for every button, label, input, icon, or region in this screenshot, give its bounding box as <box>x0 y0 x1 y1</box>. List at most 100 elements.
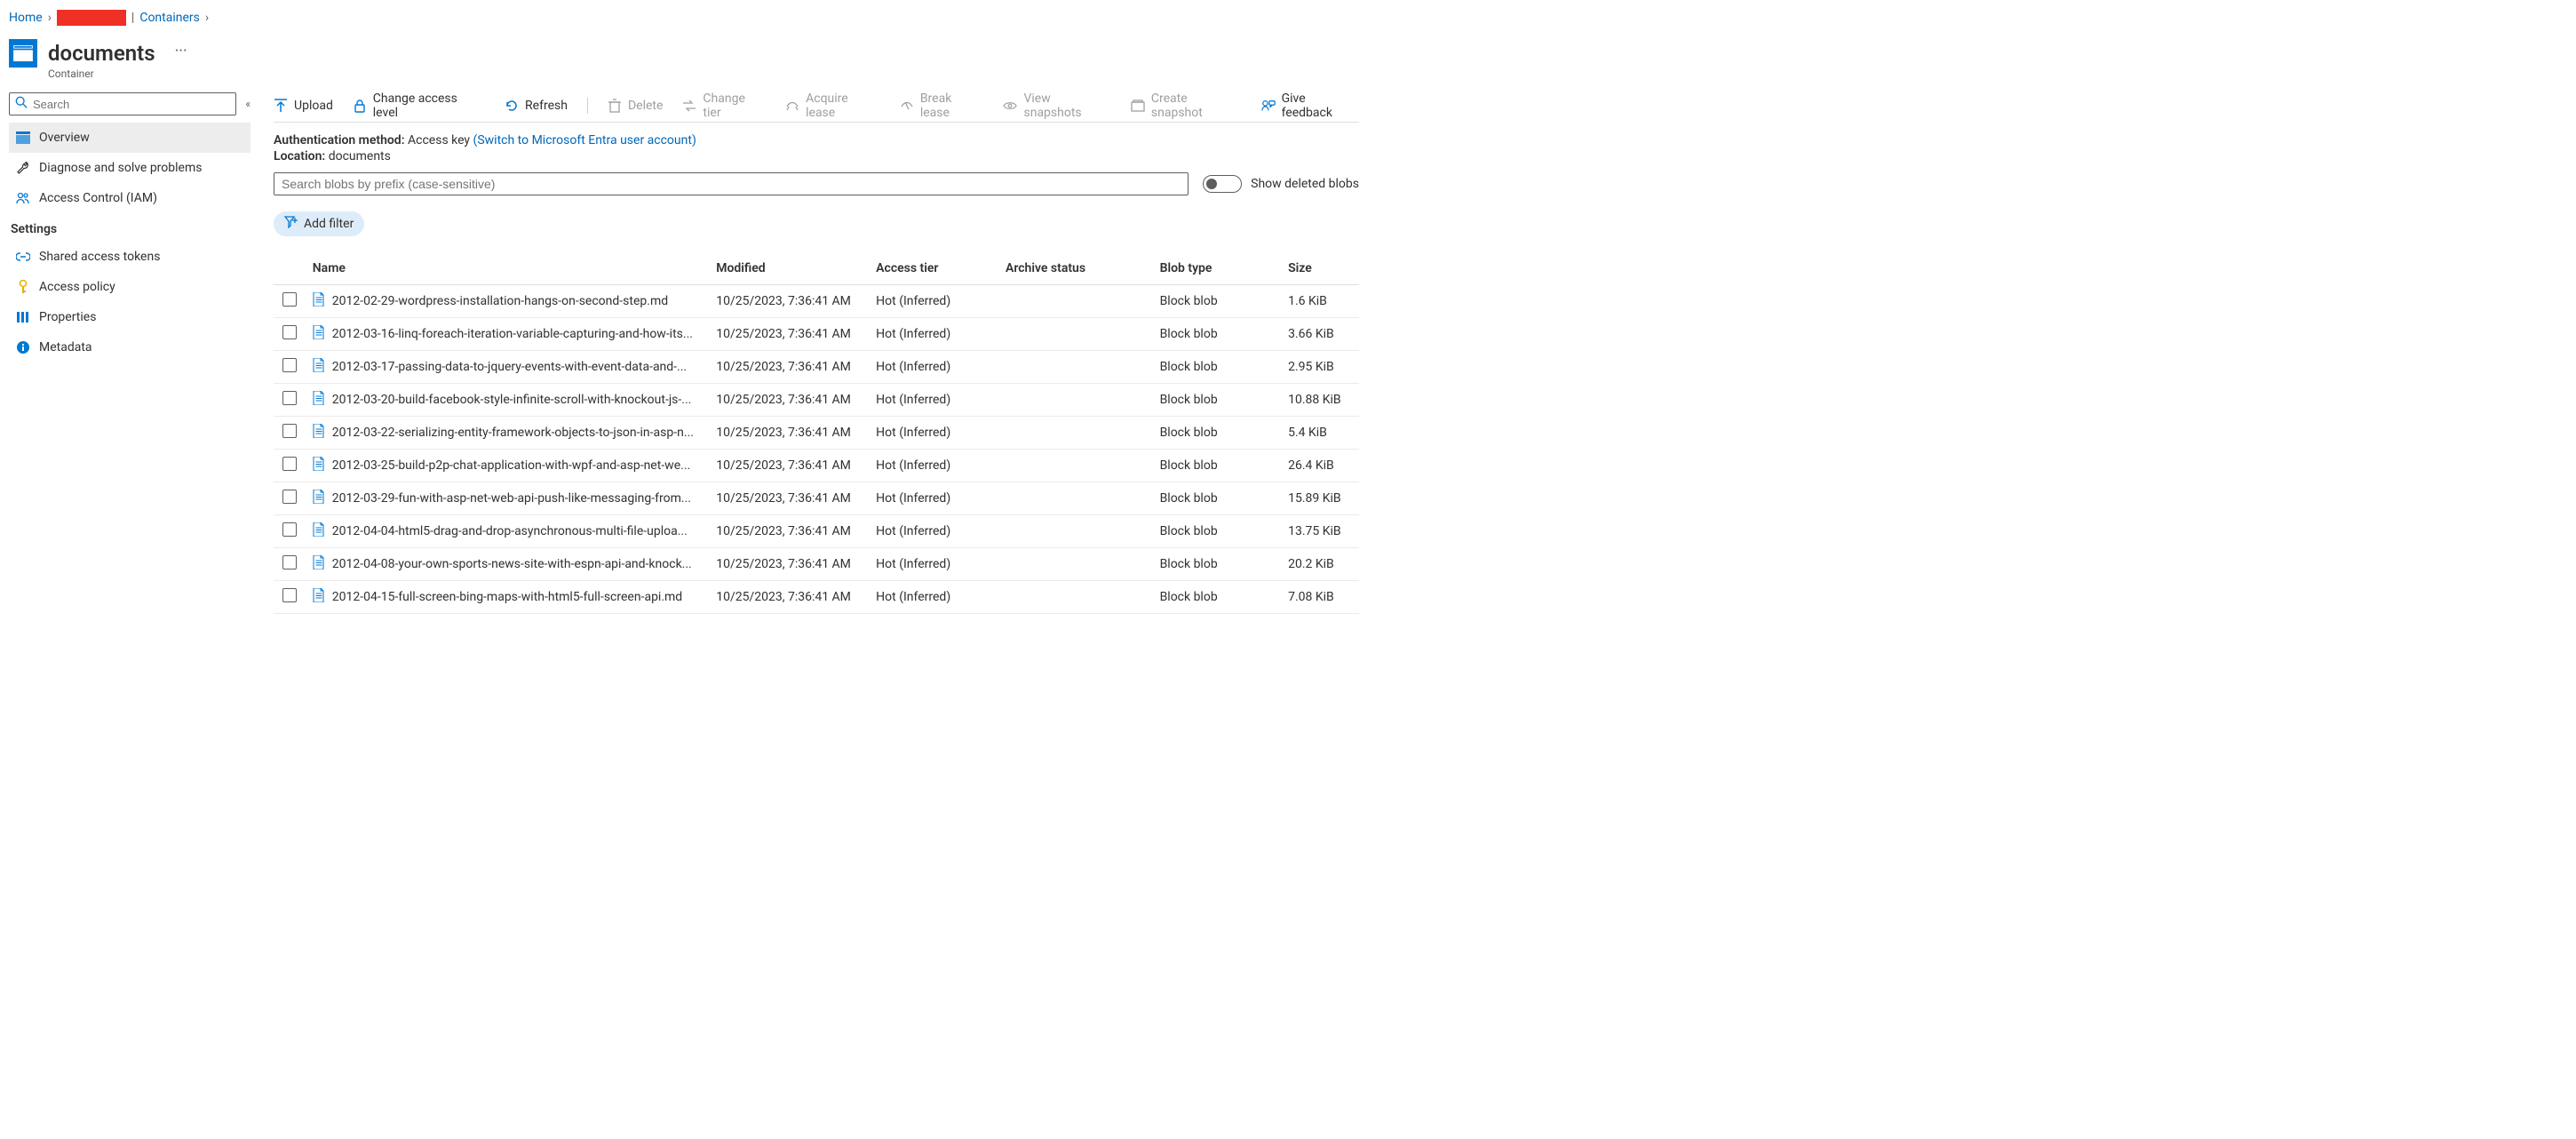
col-header-modified[interactable]: Modified <box>709 252 869 285</box>
sidebar-search-input[interactable] <box>33 98 230 111</box>
file-icon <box>313 588 325 606</box>
more-actions-button[interactable]: ··· <box>175 42 187 60</box>
blob-name[interactable]: 2012-04-08-your-own-sports-news-site-wit… <box>332 557 692 571</box>
row-checkbox[interactable] <box>282 391 297 405</box>
row-checkbox[interactable] <box>282 555 297 570</box>
change-tier-button: Change tier <box>682 92 766 120</box>
upload-button[interactable]: Upload <box>274 99 333 113</box>
change-access-button[interactable]: Change access level <box>353 92 485 120</box>
blob-size: 15.89 KiB <box>1281 482 1359 515</box>
file-icon <box>313 391 325 409</box>
file-icon <box>313 457 325 474</box>
table-row[interactable]: 2012-02-29-wordpress-installation-hangs-… <box>274 285 1359 318</box>
toolbar-label: View snapshots <box>1023 92 1110 120</box>
blob-name[interactable]: 2012-03-22-serializing-entity-framework-… <box>332 426 694 440</box>
sidebar-item-label: Metadata <box>39 340 92 354</box>
blob-archive <box>998 515 1153 548</box>
create-snapshot-button: Create snapshot <box>1131 92 1242 120</box>
blob-modified: 10/25/2023, 7:36:41 AM <box>709 581 869 614</box>
refresh-icon <box>505 99 519 113</box>
blob-size: 2.95 KiB <box>1281 351 1359 384</box>
sidebar-item-overview[interactable]: Overview <box>9 123 250 153</box>
sidebar-item-metadata[interactable]: Metadata <box>9 332 250 362</box>
blob-tier: Hot (Inferred) <box>869 285 998 318</box>
col-header-tier[interactable]: Access tier <box>869 252 998 285</box>
blob-prefix-search[interactable] <box>274 172 1189 195</box>
row-checkbox[interactable] <box>282 292 297 307</box>
main-content: Upload Change access level Refresh <box>250 92 1359 614</box>
overview-icon <box>16 131 30 144</box>
show-deleted-toggle[interactable] <box>1203 175 1242 193</box>
toolbar-label: Acquire lease <box>806 92 880 120</box>
sidebar-item-label: Access policy <box>39 280 115 294</box>
blob-archive <box>998 417 1153 450</box>
blob-archive <box>998 318 1153 351</box>
blob-name[interactable]: 2012-03-25-build-p2p-chat-application-wi… <box>332 458 690 473</box>
table-row[interactable]: 2012-03-25-build-p2p-chat-application-wi… <box>274 450 1359 482</box>
col-header-archive[interactable]: Archive status <box>998 252 1153 285</box>
sidebar-search[interactable] <box>9 92 236 115</box>
blob-type: Block blob <box>1153 548 1282 581</box>
row-checkbox[interactable] <box>282 490 297 504</box>
table-row[interactable]: 2012-03-22-serializing-entity-framework-… <box>274 417 1359 450</box>
row-checkbox[interactable] <box>282 424 297 438</box>
sidebar-item-diagnose[interactable]: Diagnose and solve problems <box>9 153 250 183</box>
blob-name[interactable]: 2012-04-04-html5-drag-and-drop-asynchron… <box>332 524 688 538</box>
table-row[interactable]: 2012-03-29-fun-with-asp-net-web-api-push… <box>274 482 1359 515</box>
give-feedback-button[interactable]: Give feedback <box>1261 92 1359 120</box>
blob-name[interactable]: 2012-04-15-full-screen-bing-maps-with-ht… <box>332 590 682 604</box>
blob-modified: 10/25/2023, 7:36:41 AM <box>709 450 869 482</box>
col-header-size[interactable]: Size <box>1281 252 1359 285</box>
snapshot-icon <box>1131 99 1145 113</box>
row-checkbox[interactable] <box>282 325 297 339</box>
blob-modified: 10/25/2023, 7:36:41 AM <box>709 417 869 450</box>
blob-modified: 10/25/2023, 7:36:41 AM <box>709 482 869 515</box>
row-checkbox[interactable] <box>282 522 297 537</box>
blob-type: Block blob <box>1153 482 1282 515</box>
row-checkbox[interactable] <box>282 588 297 602</box>
chevron-right-icon: › <box>48 11 52 25</box>
col-header-type[interactable]: Blob type <box>1153 252 1282 285</box>
blob-archive <box>998 285 1153 318</box>
col-header-name[interactable]: Name <box>306 252 709 285</box>
switch-auth-link[interactable]: (Switch to Microsoft Entra user account) <box>473 133 696 147</box>
table-row[interactable]: 2012-03-17-passing-data-to-jquery-events… <box>274 351 1359 384</box>
file-icon <box>313 292 325 310</box>
sidebar-item-label: Diagnose and solve problems <box>39 161 202 175</box>
breadcrumb-home[interactable]: Home <box>9 11 43 25</box>
table-row[interactable]: 2012-04-15-full-screen-bing-maps-with-ht… <box>274 581 1359 614</box>
blob-modified: 10/25/2023, 7:36:41 AM <box>709 548 869 581</box>
sidebar-item-properties[interactable]: Properties <box>9 302 250 332</box>
blob-tier: Hot (Inferred) <box>869 548 998 581</box>
blob-name[interactable]: 2012-02-29-wordpress-installation-hangs-… <box>332 294 668 308</box>
blob-size: 3.66 KiB <box>1281 318 1359 351</box>
table-row[interactable]: 2012-04-04-html5-drag-and-drop-asynchron… <box>274 515 1359 548</box>
link-icon <box>16 252 30 261</box>
blob-name[interactable]: 2012-03-20-build-facebook-style-infinite… <box>332 393 692 407</box>
blob-size: 1.6 KiB <box>1281 285 1359 318</box>
blob-name[interactable]: 2012-03-17-passing-data-to-jquery-events… <box>332 360 687 374</box>
sidebar-item-iam[interactable]: Access Control (IAM) <box>9 183 250 213</box>
add-filter-button[interactable]: Add filter <box>274 211 364 236</box>
location-line: Location: documents <box>274 149 1359 163</box>
blob-modified: 10/25/2023, 7:36:41 AM <box>709 384 869 417</box>
blob-tier: Hot (Inferred) <box>869 351 998 384</box>
blobs-table: Name Modified Access tier Archive status… <box>274 252 1359 614</box>
table-row[interactable]: 2012-03-20-build-facebook-style-infinite… <box>274 384 1359 417</box>
row-checkbox[interactable] <box>282 358 297 372</box>
refresh-button[interactable]: Refresh <box>505 99 568 113</box>
breadcrumb-containers[interactable]: Containers <box>139 11 200 25</box>
sidebar-item-label: Shared access tokens <box>39 250 160 264</box>
blob-name[interactable]: 2012-03-16-linq-foreach-iteration-variab… <box>332 327 693 341</box>
table-row[interactable]: 2012-04-08-your-own-sports-news-site-wit… <box>274 548 1359 581</box>
sidebar-item-access-policy[interactable]: Access policy <box>9 272 250 302</box>
break-lease-icon <box>900 99 914 113</box>
info-icon <box>16 340 30 354</box>
blob-name[interactable]: 2012-03-29-fun-with-asp-net-web-api-push… <box>332 491 691 506</box>
sidebar-item-sas[interactable]: Shared access tokens <box>9 242 250 272</box>
sidebar-section-settings: Settings <box>9 213 250 242</box>
table-row[interactable]: 2012-03-16-linq-foreach-iteration-variab… <box>274 318 1359 351</box>
breadcrumb-account-redacted[interactable] <box>57 10 126 26</box>
file-icon <box>313 490 325 507</box>
row-checkbox[interactable] <box>282 457 297 471</box>
